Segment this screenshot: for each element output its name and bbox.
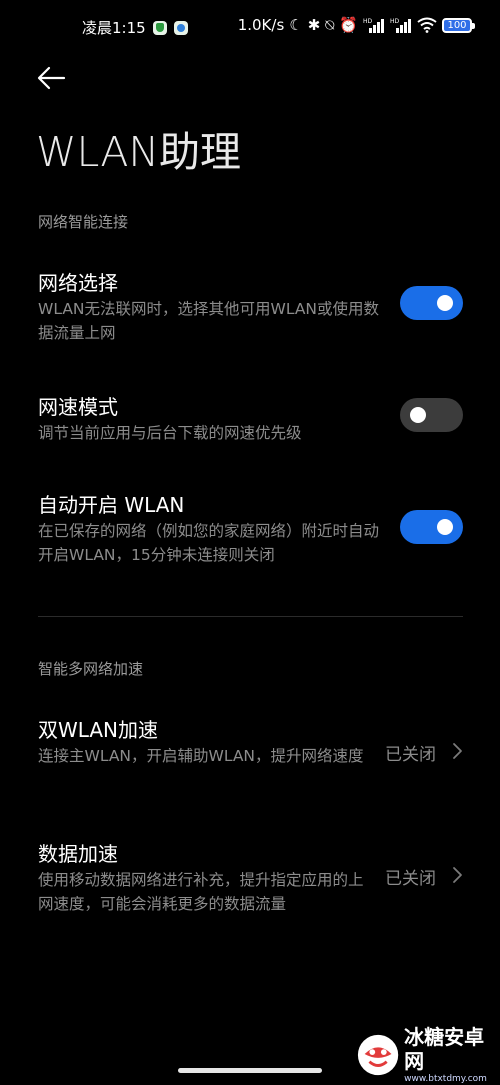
toggle-network-selection[interactable] (400, 286, 463, 320)
section-title-multi-network: 智能多网络加速 (38, 660, 144, 678)
alarm-icon: ⏰ (339, 16, 358, 34)
svg-text:HD: HD (390, 18, 400, 25)
app-notification-icon-2 (173, 20, 188, 35)
setting-title: 网速模式 (38, 395, 118, 419)
setting-status-value: 已关闭 (385, 745, 436, 765)
signal-icon-2: HD (390, 18, 411, 33)
status-right: 1.0K/s ☾ ✱ ⍉ ⏰ HD HD 100 (237, 16, 475, 34)
status-time: 凌晨1:15 (82, 19, 146, 37)
setting-title: 网络选择 (38, 271, 118, 295)
signal-icon: HD (363, 18, 384, 33)
chevron-right-icon (453, 867, 462, 883)
section-divider (38, 616, 463, 617)
page-title: WLAN助理 (36, 128, 242, 176)
chevron-right-icon (453, 743, 462, 759)
setting-desc: 调节当前应用与后台下载的网速优先级 (38, 424, 302, 442)
setting-desc: WLAN无法联网时，选择其他可用WLAN或使用数据流量上网 (38, 300, 380, 342)
toggle-knob (410, 407, 426, 423)
back-arrow-icon[interactable] (36, 62, 68, 94)
watermark-main: 冰糖安卓网 (404, 1025, 485, 1073)
svg-text:HD: HD (363, 18, 373, 25)
setting-desc: 在已保存的网络（例如您的家庭网络）附近时自动开启WLAN，15分钟未连接则关闭 (38, 522, 380, 564)
toggle-speed-mode[interactable] (400, 398, 463, 432)
toggle-auto-wlan[interactable] (400, 510, 463, 544)
wifi-icon (417, 17, 437, 33)
setting-title: 数据加速 (38, 842, 118, 866)
section-title-smart-connect: 网络智能连接 (38, 213, 129, 231)
setting-status-value: 已关闭 (385, 869, 436, 889)
toggle-knob (437, 295, 453, 311)
setting-desc: 连接主WLAN，开启辅助WLAN，提升网络速度 (38, 747, 364, 765)
watermark: 冰糖安卓网 www.btxtdmy.com (356, 1025, 500, 1085)
home-indicator[interactable] (178, 1068, 322, 1073)
status-left: 凌晨1:15 (82, 17, 188, 38)
toggle-knob (437, 519, 453, 535)
bluetooth-icon: ✱ (307, 16, 321, 34)
network-speed: 1.0K/s (237, 16, 285, 34)
setting-title: 双WLAN加速 (38, 718, 159, 742)
watermark-url: www.btxtdmy.com (404, 1074, 487, 1084)
moon-icon: ☾ (289, 16, 303, 34)
battery-level: 100 (447, 19, 467, 31)
setting-title: 自动开启 WLAN (38, 493, 185, 517)
status-bar: 凌晨1:15 1.0K/s ☾ ✱ ⍉ ⏰ HD HD 100 (0, 0, 500, 56)
watermark-text: 冰糖安卓网 www.btxtdmy.com (404, 1025, 500, 1085)
setting-desc: 使用移动数据网络进行补充，提升指定应用的上网速度，可能会消耗更多的数据流量 (38, 871, 364, 913)
app-notification-icon (152, 20, 167, 35)
battery-icon: 100 (442, 17, 475, 33)
watermark-logo-icon (357, 1034, 399, 1076)
mute-bell-icon: ⍉ (325, 16, 335, 34)
